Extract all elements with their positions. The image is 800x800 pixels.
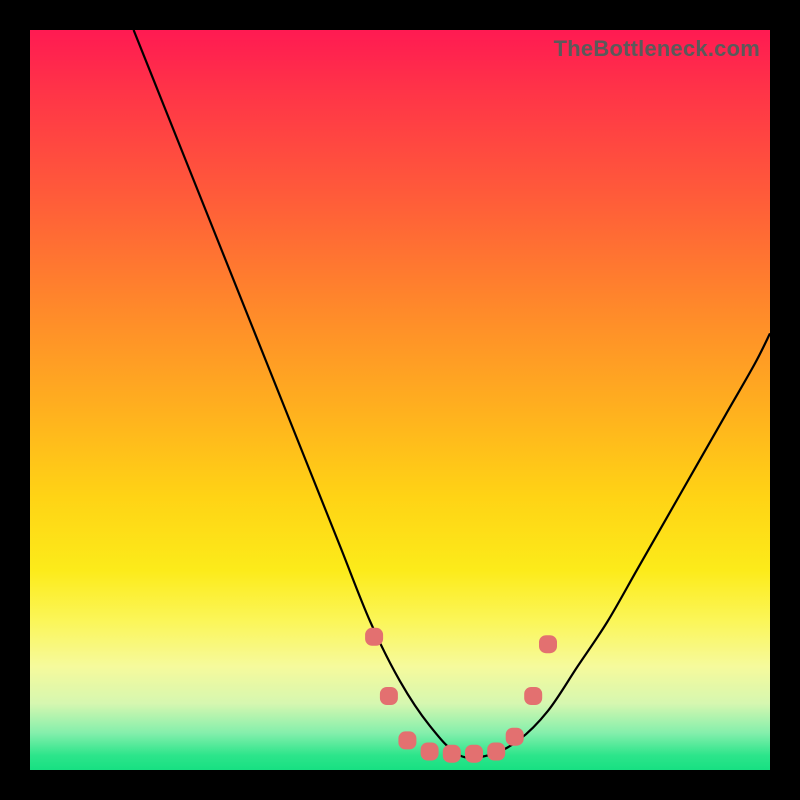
- bottleneck-curve-line: [134, 30, 770, 758]
- curve-marker: [506, 728, 524, 746]
- curve-marker: [421, 743, 439, 761]
- curve-marker: [398, 731, 416, 749]
- curve-marker: [487, 743, 505, 761]
- chart-frame: TheBottleneck.com: [0, 0, 800, 800]
- curve-svg: [30, 30, 770, 770]
- curve-markers-group: [365, 628, 557, 763]
- curve-marker: [465, 745, 483, 763]
- curve-marker: [380, 687, 398, 705]
- plot-area: TheBottleneck.com: [30, 30, 770, 770]
- curve-marker: [443, 745, 461, 763]
- curve-marker: [365, 628, 383, 646]
- watermark-text: TheBottleneck.com: [554, 36, 760, 62]
- curve-marker: [539, 635, 557, 653]
- curve-marker: [524, 687, 542, 705]
